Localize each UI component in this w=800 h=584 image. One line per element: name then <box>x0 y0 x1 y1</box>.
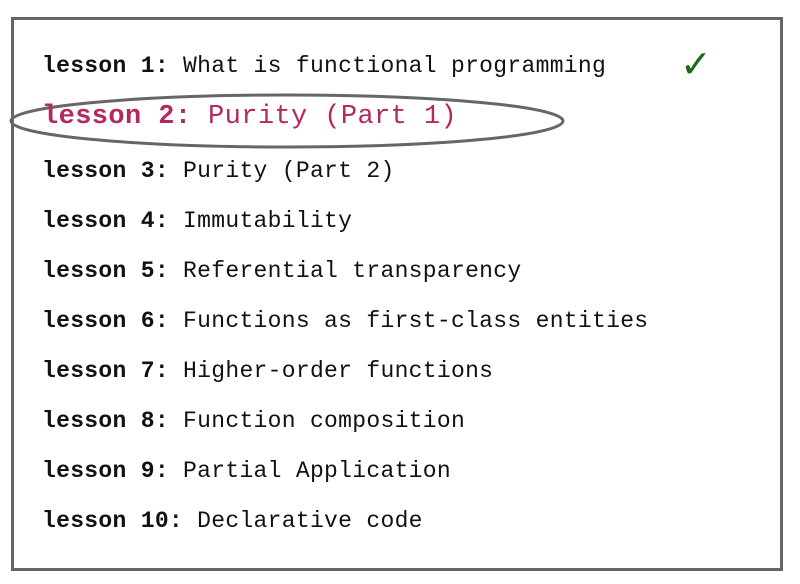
lesson-number: lesson 8: <box>42 408 169 434</box>
lesson-number: lesson 3: <box>42 158 169 184</box>
lesson-item-6: lesson 6: Functions as first-class entit… <box>42 306 648 336</box>
check-icon: ✓ <box>680 42 712 86</box>
lesson-number: lesson 7: <box>42 358 169 384</box>
lesson-title: Purity (Part 2) <box>183 158 395 184</box>
lesson-number: lesson 5: <box>42 258 169 284</box>
lesson-number: lesson 10: <box>42 508 184 534</box>
lesson-title: Referential transparency <box>183 258 522 284</box>
lesson-title: Purity (Part 1) <box>208 102 458 132</box>
lesson-number: lesson 9: <box>42 458 169 484</box>
lesson-title: Functions as first-class entities <box>183 308 649 334</box>
lesson-title: Function composition <box>183 408 466 434</box>
lesson-item-3: lesson 3: Purity (Part 2) <box>42 156 395 186</box>
lesson-number: lesson 6: <box>42 308 169 334</box>
lesson-title: Partial Application <box>183 458 451 484</box>
lesson-number: lesson 4: <box>42 208 169 234</box>
lesson-title: Higher-order functions <box>183 358 494 384</box>
lesson-item-5: lesson 5: Referential transparency <box>42 256 522 286</box>
lesson-list-frame <box>11 17 783 571</box>
lesson-item-8: lesson 8: Function composition <box>42 406 465 436</box>
lesson-item-7: lesson 7: Higher-order functions <box>42 356 493 386</box>
lesson-item-2: lesson 2: Purity (Part 1) <box>42 102 457 132</box>
lesson-item-4: lesson 4: Immutability <box>42 206 352 236</box>
lesson-number: lesson 1: <box>42 53 169 79</box>
lesson-title: What is functional programming <box>183 53 607 79</box>
lesson-title: Immutability <box>183 208 353 234</box>
lesson-item-10: lesson 10: Declarative code <box>42 506 423 536</box>
lesson-item-1: lesson 1: What is functional programming <box>42 51 606 81</box>
lesson-item-9: lesson 9: Partial Application <box>42 456 451 486</box>
lesson-title: Declarative code <box>197 508 423 534</box>
lesson-number: lesson 2: <box>42 102 192 132</box>
